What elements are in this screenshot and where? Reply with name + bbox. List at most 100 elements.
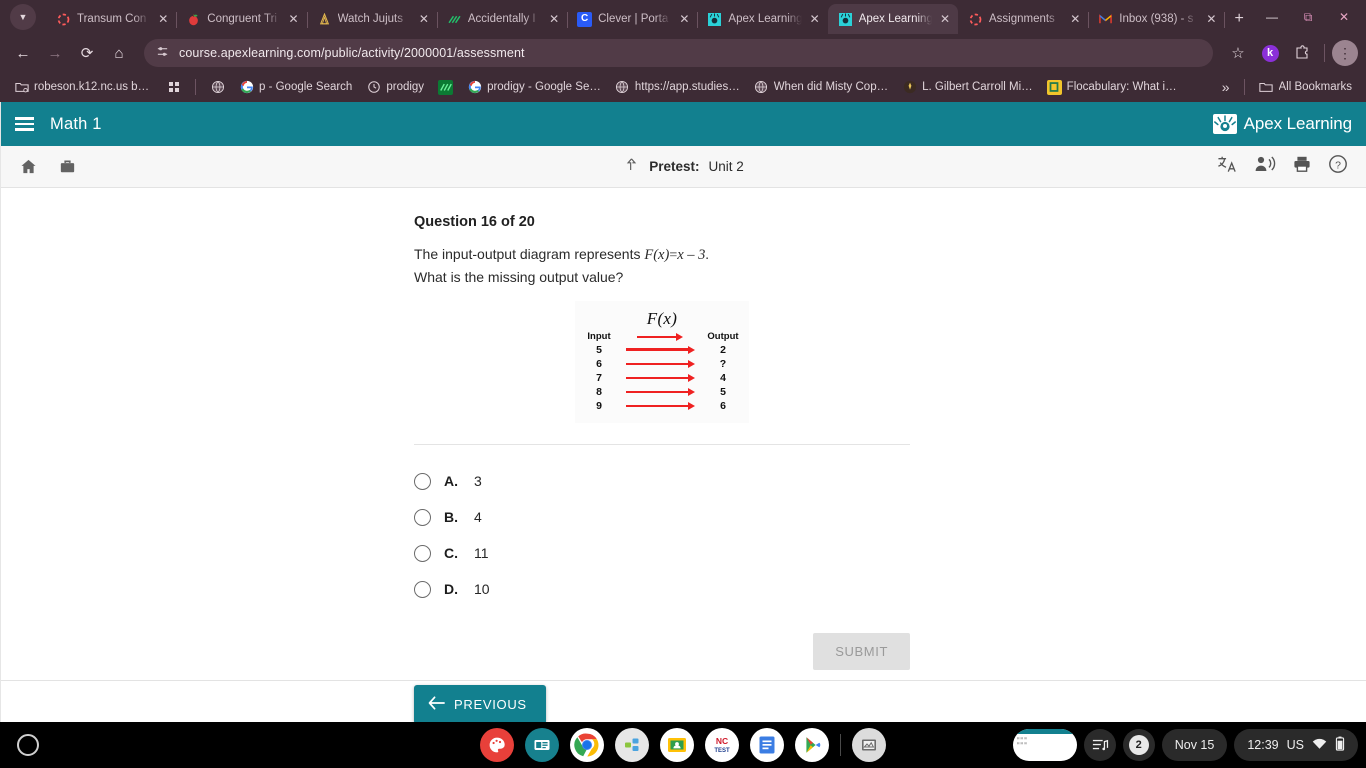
chrome-browser-icon[interactable] — [570, 728, 604, 762]
hamburger-menu-icon[interactable] — [15, 117, 34, 131]
close-icon[interactable]: ✕ — [156, 12, 170, 26]
briefcase-icon[interactable] — [58, 157, 77, 176]
new-tab-button[interactable]: + — [1224, 4, 1254, 34]
launcher-circle-icon[interactable] — [17, 734, 39, 756]
input-value: 8 — [596, 386, 602, 399]
bookmark-item[interactable]: When did Misty Cop… — [748, 77, 894, 98]
close-icon[interactable]: ✕ — [287, 12, 301, 26]
input-column-label: Input — [587, 331, 611, 343]
browser-tab[interactable]: Transum Con ✕ — [46, 4, 178, 34]
browser-tab[interactable]: Apex Learning ✕ — [697, 4, 829, 34]
canvas-paint-app-icon[interactable] — [480, 728, 514, 762]
profile-menu-button[interactable]: ⋮ — [1332, 40, 1358, 66]
site-settings-icon[interactable] — [156, 45, 169, 61]
tab-title: Accidentally I — [467, 13, 536, 25]
bookmark-item[interactable] — [160, 77, 187, 98]
svg-text:TEST: TEST — [714, 748, 730, 754]
tab-title: Congruent Tri — [207, 13, 277, 25]
browser-tab[interactable]: Accidentally I ✕ — [437, 4, 569, 34]
url-text: course.apexlearning.com/public/activity/… — [179, 46, 525, 60]
radio-button[interactable] — [414, 580, 431, 598]
address-bar[interactable]: course.apexlearning.com/public/activity/… — [144, 39, 1213, 67]
window-preview-thumbnail[interactable]: ▤ ▤ ▤ ▤ ▤ ▤ — [1012, 729, 1077, 761]
mapping-arrow-icon — [623, 345, 697, 354]
google-docs-icon[interactable] — [750, 728, 784, 762]
chevron-down-icon[interactable]: ▼ — [10, 4, 36, 30]
bookmark-divider — [1243, 79, 1245, 95]
answer-option-a[interactable]: A. 3 — [414, 463, 910, 499]
bookmark-item[interactable] — [204, 77, 231, 98]
bookmark-item[interactable]: L. Gilbert Carroll Mi… — [896, 77, 1039, 98]
bookmark-star-icon[interactable]: ☆ — [1223, 38, 1253, 68]
browser-tab-active[interactable]: Apex Learning ✕ — [827, 4, 958, 34]
files-app-icon[interactable] — [615, 728, 649, 762]
maximize-button[interactable]: ⧉ — [1290, 2, 1326, 32]
output-value: 5 — [720, 386, 726, 399]
bookmark-item[interactable]: p - Google Search — [233, 77, 358, 98]
bookmark-item[interactable] — [432, 77, 459, 98]
print-icon[interactable] — [1292, 154, 1312, 179]
home-icon[interactable]: ⌂ — [104, 38, 134, 68]
battery-icon — [1335, 736, 1345, 754]
screen-capture-app-icon[interactable] — [852, 728, 886, 762]
bookmark-item[interactable]: https://app.studies… — [609, 77, 746, 98]
bookmarks-bar: robeson.k12.nc.us bookmarks p - Google S… — [0, 72, 1366, 102]
browser-tab[interactable]: C Clever | Porta ✕ — [567, 4, 699, 34]
answer-option-d[interactable]: D. 10 — [414, 571, 910, 607]
chromeos-shelf: NC TEST ▤ ▤ ▤ ▤ ▤ ▤ 2 Nov 15 12:39 US — [0, 722, 1366, 768]
close-icon[interactable]: ✕ — [547, 12, 561, 26]
close-icon[interactable]: ✕ — [1068, 12, 1082, 26]
notification-count-badge[interactable]: 2 — [1122, 729, 1155, 761]
browser-tab[interactable]: Watch Jujuts ✕ — [307, 4, 439, 34]
date-tray-button[interactable]: Nov 15 — [1161, 729, 1228, 761]
choice-text: 11 — [474, 545, 489, 562]
previous-button[interactable]: PREVIOUS — [414, 685, 546, 722]
answer-option-c[interactable]: C. 11 — [414, 535, 910, 571]
home-icon[interactable] — [19, 157, 38, 176]
google-classroom-icon[interactable] — [660, 728, 694, 762]
media-playlist-icon[interactable] — [1083, 729, 1116, 761]
puzzle-icon[interactable] — [1287, 38, 1317, 68]
input-value: 9 — [596, 400, 602, 413]
back-icon[interactable]: ← — [8, 38, 38, 68]
choice-text: 4 — [474, 509, 482, 526]
bookmark-item[interactable]: Flocabulary: What i… — [1041, 77, 1183, 98]
close-icon[interactable]: ✕ — [808, 12, 822, 26]
all-bookmarks-button[interactable]: All Bookmarks — [1253, 77, 1359, 98]
play-store-icon[interactable] — [795, 728, 829, 762]
status-tray-button[interactable]: 12:39 US — [1234, 729, 1358, 761]
extension-k-icon[interactable]: k — [1255, 38, 1285, 68]
forward-icon[interactable]: → — [40, 38, 70, 68]
radio-button[interactable] — [414, 544, 431, 562]
bookmark-item[interactable]: robeson.k12.nc.us bookmarks — [8, 77, 158, 98]
translate-icon[interactable] — [1217, 154, 1238, 179]
close-icon[interactable]: ✕ — [938, 12, 952, 26]
mapping-arrow-icon — [623, 402, 697, 411]
answer-option-b[interactable]: B. 4 — [414, 499, 910, 535]
read-aloud-icon[interactable] — [1254, 154, 1276, 179]
close-icon[interactable]: ✕ — [1204, 12, 1218, 26]
browser-tab[interactable]: Assignments ✕ — [958, 4, 1090, 34]
course-title: Math 1 — [50, 114, 102, 133]
help-circle-icon[interactable]: ? — [1328, 154, 1348, 179]
news-app-icon[interactable] — [525, 728, 559, 762]
close-icon[interactable]: ✕ — [677, 12, 691, 26]
radio-button[interactable] — [414, 508, 431, 526]
submit-button[interactable]: SUBMIT — [813, 633, 910, 671]
bookmark-item[interactable]: prodigy — [360, 77, 430, 98]
tab-title: Assignments — [988, 13, 1055, 25]
minimize-button[interactable]: — — [1254, 2, 1290, 32]
radio-button[interactable] — [414, 472, 431, 490]
close-icon[interactable]: ✕ — [417, 12, 431, 26]
loading-spinner-icon — [56, 12, 71, 27]
assessment-content: Question 16 of 20 The input-output diagr… — [1, 188, 1366, 680]
browser-tab[interactable]: Congruent Tri ✕ — [176, 4, 308, 34]
browser-tab[interactable]: Inbox (938) - s ✕ — [1088, 4, 1226, 34]
bookmark-item[interactable]: prodigy - Google Se… — [461, 77, 607, 98]
reload-icon[interactable]: ⟳ — [72, 38, 102, 68]
mapping-arrow-icon — [623, 373, 697, 382]
close-window-button[interactable]: ✕ — [1326, 2, 1362, 32]
nc-test-app-icon[interactable]: NC TEST — [705, 728, 739, 762]
bookmarks-overflow-button[interactable]: » — [1216, 76, 1236, 98]
apex-learning-brand: Apex Learning — [1212, 114, 1352, 134]
